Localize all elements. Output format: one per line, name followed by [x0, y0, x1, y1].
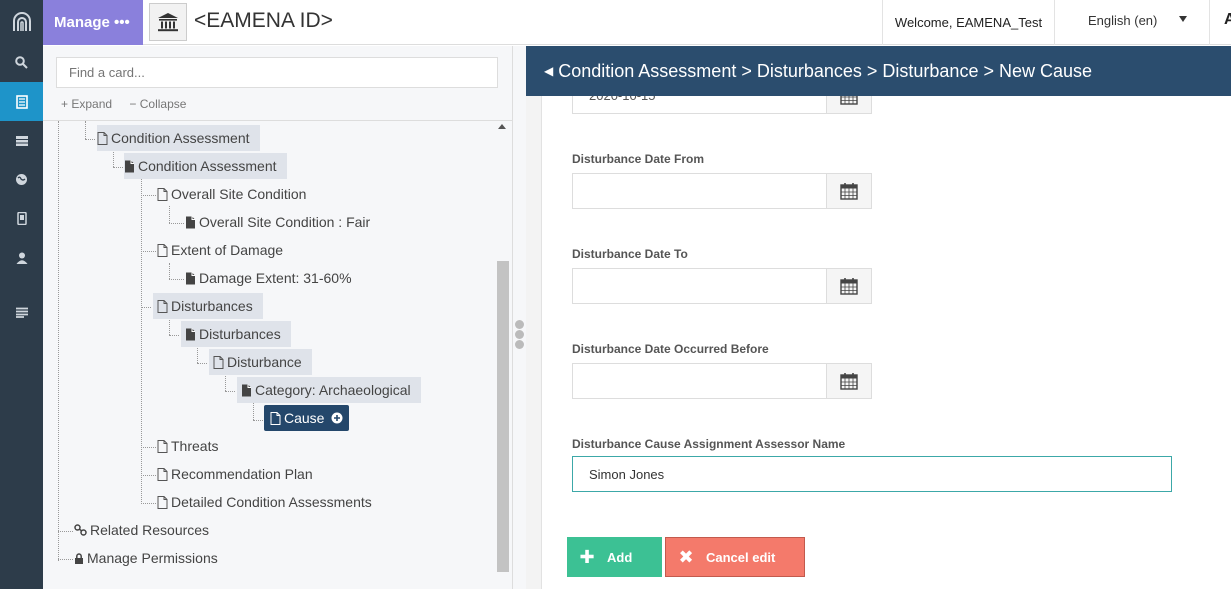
assessor-name-input[interactable]: [572, 456, 1172, 492]
user-icon[interactable]: [0, 238, 43, 277]
card-form-header: ◀ Condition Assessment > Disturbances > …: [526, 46, 1231, 96]
language-select[interactable]: English (en): [1054, 0, 1210, 45]
field-label-date-occurred-before: Disturbance Date Occurred Before: [572, 342, 769, 356]
file-outline-icon: [157, 243, 168, 257]
caret-down-icon: [1179, 16, 1187, 22]
chevron-left-icon[interactable]: ◀: [544, 64, 553, 78]
file-outline-icon: [157, 439, 168, 453]
tree-node-disturbances[interactable]: Disturbances: [153, 293, 263, 319]
resource-model-icon: [149, 3, 187, 41]
calendar-icon[interactable]: [826, 364, 871, 398]
card-tree-panel: + Expand − Collapse Condition Assess: [43, 46, 513, 589]
field-label-date-to: Disturbance Date To: [572, 247, 688, 261]
link-icon: [74, 524, 87, 536]
tree-node-manage-permissions[interactable]: Manage Permissions: [74, 545, 218, 571]
file-outline-icon: [157, 467, 168, 481]
icon-rail: [0, 0, 43, 589]
calendar-icon[interactable]: [826, 96, 871, 113]
tree-node-condition-assessment-card[interactable]: Condition Assessment: [124, 153, 287, 179]
tree-node-disturbances-card[interactable]: Disturbances: [181, 321, 291, 347]
tree-node-condition-assessment[interactable]: Condition Assessment: [97, 125, 260, 151]
cut-off-text: A: [1224, 11, 1231, 28]
file-icon: [185, 272, 196, 285]
card-form: 2020-10-15 Disturbance Date From Disturb…: [526, 96, 1231, 589]
resource-title: <EAMENA ID>: [194, 9, 333, 32]
file-outline-icon: [157, 299, 168, 313]
tree-scrollbar-thumb[interactable]: [497, 261, 509, 572]
field-label-assessor-name: Disturbance Cause Assignment Assessor Na…: [572, 437, 846, 451]
tree-node-cause-selected[interactable]: Cause: [264, 405, 350, 431]
tree-node-disturbance[interactable]: Disturbance: [209, 349, 312, 375]
file-outline-icon: [157, 187, 168, 201]
app-logo-icon[interactable]: [0, 0, 43, 43]
collapse-button[interactable]: − Collapse: [129, 97, 186, 111]
language-label: English (en): [1088, 13, 1158, 28]
disturbance-date-to-input[interactable]: [572, 268, 872, 304]
scroll-up-arrow-icon[interactable]: [498, 124, 506, 129]
plus-circle-icon[interactable]: [331, 412, 343, 424]
breadcrumb: Condition Assessment > Disturbances > Di…: [558, 60, 1093, 81]
tree-node-extent-of-damage[interactable]: Extent of Damage: [157, 237, 283, 263]
panel-splitter[interactable]: [513, 46, 526, 589]
top-date-field[interactable]: 2020-10-15: [572, 96, 872, 114]
tree-node-detailed-condition-assessments[interactable]: Detailed Condition Assessments: [157, 489, 372, 515]
mobile-icon[interactable]: [0, 199, 43, 238]
file-outline-icon: [97, 131, 108, 145]
add-button[interactable]: ✚ Add: [567, 537, 662, 577]
cancel-edit-button[interactable]: ✖ Cancel edit: [665, 537, 805, 577]
disturbance-date-from-input[interactable]: [572, 173, 872, 209]
tree-node-recommendation-plan[interactable]: Recommendation Plan: [157, 461, 313, 487]
tree-node-related-resources[interactable]: Related Resources: [74, 517, 209, 543]
file-icon: [241, 384, 252, 397]
top-date-value: 2020-10-15: [589, 96, 656, 103]
file-outline-icon: [157, 495, 168, 509]
top-bar: Manage ••• <EAMENA ID> Welcome, EAMENA_T…: [43, 0, 1231, 45]
manage-menu-button[interactable]: Manage •••: [43, 0, 143, 45]
tree-node-overall-site-condition-value[interactable]: Overall Site Condition : Fair: [185, 209, 370, 235]
calendar-icon[interactable]: [826, 174, 871, 208]
tree-node-damage-extent-value[interactable]: Damage Extent: 31-60%: [185, 265, 352, 291]
plus-icon: ✚: [579, 546, 595, 567]
field-label-date-from: Disturbance Date From: [572, 152, 705, 166]
find-card-input[interactable]: [56, 57, 498, 88]
calendar-icon[interactable]: [826, 269, 871, 303]
lock-icon: [74, 552, 84, 564]
close-icon: ✖: [678, 546, 694, 567]
file-icon: [124, 160, 135, 173]
expand-collapse-controls: + Expand − Collapse: [61, 97, 200, 111]
tree-node-overall-site-condition[interactable]: Overall Site Condition: [157, 181, 306, 207]
database-icon[interactable]: [0, 121, 43, 160]
file-icon: [185, 216, 196, 229]
globe-icon[interactable]: [0, 160, 43, 199]
file-outline-icon: [270, 411, 281, 425]
file-icon: [185, 328, 196, 341]
resource-editor-icon[interactable]: [0, 82, 43, 121]
list-icon[interactable]: [0, 293, 43, 332]
tree-node-threats[interactable]: Threats: [157, 433, 218, 459]
expand-button[interactable]: + Expand: [61, 97, 112, 111]
tree-node-category-archaeological[interactable]: Category: Archaeological: [237, 377, 421, 403]
search-icon[interactable]: [0, 43, 43, 82]
file-outline-icon: [213, 355, 224, 369]
welcome-user-menu[interactable]: Welcome, EAMENA_Test: [882, 0, 1054, 45]
disturbance-date-occurred-before-input[interactable]: [572, 363, 872, 399]
